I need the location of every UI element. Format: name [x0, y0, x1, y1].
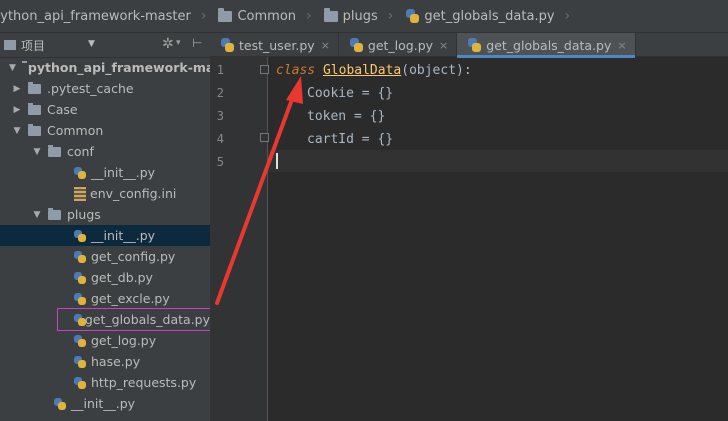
annotation-arrow: [215, 76, 303, 305]
